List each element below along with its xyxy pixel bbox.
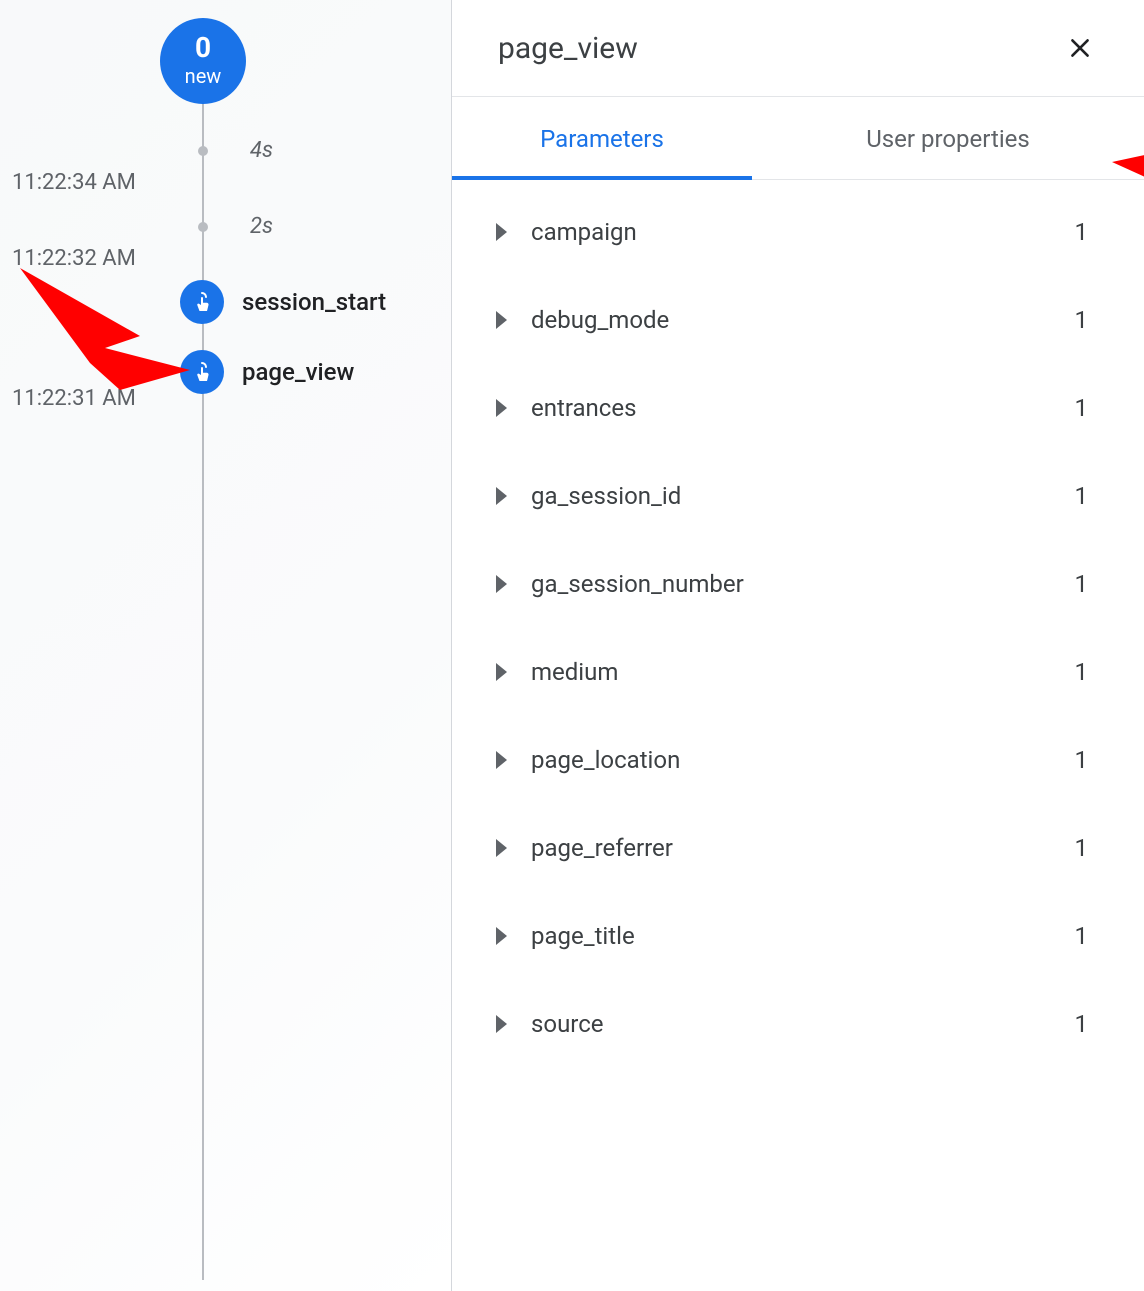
close-button[interactable]	[1062, 30, 1098, 66]
parameter-row[interactable]: debug_mode 1	[452, 276, 1144, 364]
parameter-count: 1	[1075, 834, 1089, 862]
timeline-gap-dot	[198, 222, 208, 232]
touch-icon	[180, 280, 224, 324]
timeline-event-page-view[interactable]: page_view	[180, 350, 354, 394]
parameter-name: source	[531, 1010, 1075, 1038]
timeline-event-name: page_view	[242, 358, 354, 386]
parameter-name: page_title	[531, 922, 1075, 950]
expand-icon	[496, 399, 507, 417]
parameter-name: medium	[531, 658, 1075, 686]
parameter-row[interactable]: entrances 1	[452, 364, 1144, 452]
timeline-gap-dot	[198, 146, 208, 156]
parameter-count: 1	[1075, 746, 1089, 774]
expand-icon	[496, 223, 507, 241]
new-events-count: 0	[195, 34, 211, 62]
parameter-count: 1	[1075, 306, 1089, 334]
parameter-count: 1	[1075, 1010, 1089, 1038]
parameter-name: ga_session_id	[531, 482, 1075, 510]
event-detail-panel: page_view Parameters User properties	[452, 0, 1144, 1291]
timeline-gap-label: 2s	[250, 214, 273, 239]
parameter-count: 1	[1075, 570, 1089, 598]
parameter-row[interactable]: medium 1	[452, 628, 1144, 716]
new-events-label: new	[185, 64, 222, 88]
new-events-badge[interactable]: 0 new	[160, 18, 246, 104]
parameter-name: entrances	[531, 394, 1075, 422]
timeline-event-name: session_start	[242, 288, 386, 316]
parameter-list: campaign 1 debug_mode 1 entrances 1 ga_s…	[452, 180, 1144, 1291]
parameter-row[interactable]: page_referrer 1	[452, 804, 1144, 892]
parameter-name: page_location	[531, 746, 1075, 774]
tab-user-properties[interactable]: User properties	[752, 97, 1144, 179]
detail-title: page_view	[498, 31, 638, 66]
expand-icon	[496, 663, 507, 681]
expand-icon	[496, 311, 507, 329]
close-icon	[1067, 35, 1093, 61]
expand-icon	[496, 927, 507, 945]
parameter-count: 1	[1075, 218, 1089, 246]
timeline-timestamp: 11:22:31 AM	[12, 386, 136, 411]
parameter-name: debug_mode	[531, 306, 1075, 334]
parameter-row[interactable]: ga_session_id 1	[452, 452, 1144, 540]
timeline-event-session-start[interactable]: session_start	[180, 280, 386, 324]
parameter-row[interactable]: page_title 1	[452, 892, 1144, 980]
expand-icon	[496, 751, 507, 769]
detail-header: page_view	[452, 0, 1144, 97]
parameter-name: ga_session_number	[531, 570, 1075, 598]
expand-icon	[496, 575, 507, 593]
timeline-panel: 0 new 4s 11:22:34 AM 2s 11:22:32 AM sess…	[0, 0, 452, 1291]
tab-label: User properties	[866, 125, 1030, 153]
parameter-count: 1	[1075, 394, 1089, 422]
tab-parameters[interactable]: Parameters	[452, 97, 752, 179]
detail-tabs: Parameters User properties	[452, 97, 1144, 180]
parameter-row[interactable]: ga_session_number 1	[452, 540, 1144, 628]
parameter-count: 1	[1075, 922, 1089, 950]
timeline-timestamp: 11:22:34 AM	[12, 170, 136, 195]
timeline-gap-label: 4s	[250, 138, 273, 163]
timeline-timestamp: 11:22:32 AM	[12, 246, 136, 271]
expand-icon	[496, 487, 507, 505]
parameter-row[interactable]: campaign 1	[452, 188, 1144, 276]
tab-label: Parameters	[540, 125, 664, 153]
timeline-axis	[202, 80, 204, 1280]
parameter-row[interactable]: source 1	[452, 980, 1144, 1068]
parameter-count: 1	[1075, 482, 1089, 510]
parameter-row[interactable]: page_location 1	[452, 716, 1144, 804]
touch-icon	[180, 350, 224, 394]
annotation-arrow-icon	[10, 258, 200, 398]
expand-icon	[496, 839, 507, 857]
expand-icon	[496, 1015, 507, 1033]
parameter-count: 1	[1075, 658, 1089, 686]
parameter-name: campaign	[531, 218, 1075, 246]
parameter-name: page_referrer	[531, 834, 1075, 862]
